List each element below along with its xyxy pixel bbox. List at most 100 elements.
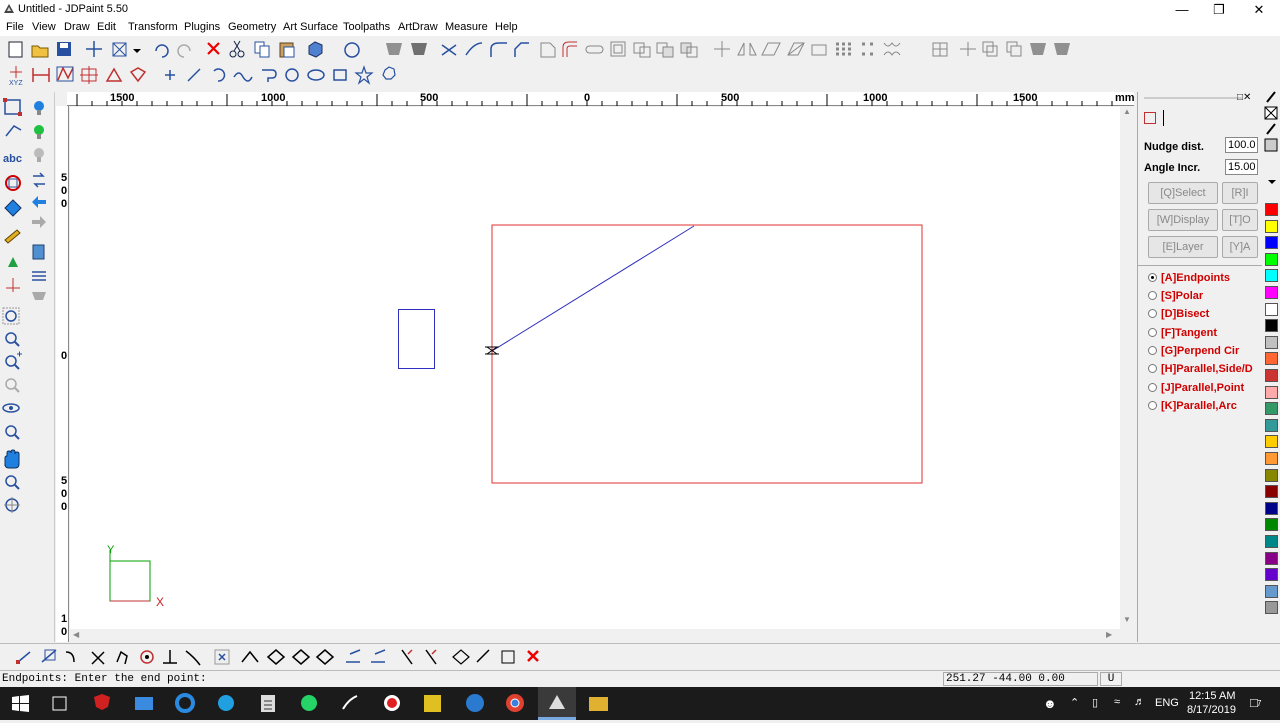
display-button[interactable]: [W]Display bbox=[1148, 209, 1218, 231]
color-swatch[interactable] bbox=[1265, 452, 1278, 465]
maximize-button[interactable]: ❐ bbox=[1200, 0, 1238, 19]
select-tool-icon bbox=[3, 98, 22, 116]
menu-view[interactable]: View bbox=[32, 21, 56, 33]
scroll-right-icon[interactable]: ▶ bbox=[1106, 630, 1112, 639]
snap-perpend-option[interactable]: [G]Perpend Cir bbox=[1148, 345, 1239, 357]
color-swatch[interactable] bbox=[1265, 352, 1278, 366]
color-swatch[interactable] bbox=[1265, 418, 1278, 432]
color-swatch[interactable] bbox=[1265, 501, 1278, 515]
menu-geometry[interactable]: Geometry bbox=[228, 21, 276, 33]
r-button[interactable]: [R]I bbox=[1222, 182, 1258, 204]
snap-settings-icon[interactable] bbox=[1144, 112, 1156, 124]
battery-icon[interactable]: ▯ bbox=[1092, 696, 1098, 709]
color-swatch[interactable] bbox=[1265, 435, 1278, 449]
menu-art-surface[interactable]: Art Surface bbox=[283, 21, 338, 33]
volume-icon[interactable]: ♬ bbox=[1134, 696, 1145, 708]
color-swatch[interactable] bbox=[1265, 518, 1278, 532]
rectangle-icon bbox=[333, 69, 347, 81]
minimize-button[interactable]: — bbox=[1163, 0, 1201, 19]
color-swatch[interactable] bbox=[1265, 302, 1278, 316]
color-swatch[interactable] bbox=[1265, 535, 1278, 548]
color-swatch[interactable] bbox=[1265, 468, 1278, 482]
vertical-scrollbar[interactable]: ▲ ▼ bbox=[1120, 107, 1134, 629]
snap-parallel-arc-option[interactable]: [K]Parallel,Arc bbox=[1148, 400, 1237, 412]
menu-artdraw[interactable]: ArtDraw bbox=[398, 21, 438, 33]
language-indicator[interactable]: ENG bbox=[1155, 697, 1179, 709]
radio-icon[interactable] bbox=[1148, 309, 1157, 318]
color-swatch[interactable] bbox=[1265, 551, 1278, 565]
close-button[interactable]: ✕ bbox=[1240, 0, 1278, 19]
color-swatch[interactable] bbox=[1265, 269, 1278, 283]
t-button[interactable]: [T]O bbox=[1222, 209, 1258, 231]
color-swatch[interactable] bbox=[1265, 601, 1278, 615]
color-swatch[interactable] bbox=[1265, 335, 1278, 349]
select-box-icon bbox=[112, 42, 127, 57]
measure-tool-icon bbox=[6, 278, 20, 292]
radio-icon[interactable] bbox=[1148, 328, 1157, 337]
polyline-icon bbox=[262, 69, 277, 82]
tray-up-icon[interactable]: ⌃ bbox=[1070, 696, 1079, 709]
fill-color-icon bbox=[1264, 138, 1278, 152]
color-swatch[interactable] bbox=[1265, 385, 1278, 399]
snap-nearest-icon bbox=[214, 649, 230, 665]
snap-tangent-option[interactable]: [F]Tangent bbox=[1148, 327, 1217, 339]
app-icon bbox=[4, 4, 14, 13]
snap-parallel-point-option[interactable]: [J]Parallel,Point bbox=[1148, 382, 1244, 394]
layer-button[interactable]: [E]Layer bbox=[1148, 236, 1218, 258]
clock-date[interactable]: 8/17/2019 bbox=[1187, 704, 1236, 716]
color-swatch[interactable] bbox=[1265, 286, 1278, 299]
radio-icon[interactable] bbox=[1148, 401, 1157, 410]
whatsapp-icon bbox=[301, 695, 317, 711]
wifi-icon[interactable]: ≈ bbox=[1114, 696, 1120, 708]
select-button[interactable]: [Q]Select bbox=[1148, 182, 1218, 204]
nudge-input[interactable] bbox=[1225, 137, 1258, 153]
clock-time[interactable]: 12:15 AM bbox=[1189, 690, 1235, 702]
array-icon bbox=[836, 42, 851, 56]
snap-polar-option[interactable]: [S]Polar bbox=[1148, 290, 1203, 302]
drawing-canvas[interactable]: Y X bbox=[70, 107, 1120, 629]
color-swatch[interactable] bbox=[1265, 252, 1278, 266]
snap-endpoints-option[interactable]: [A]Endpoints bbox=[1148, 272, 1230, 284]
radio-checked-icon[interactable] bbox=[1148, 273, 1157, 282]
color-swatch[interactable] bbox=[1265, 584, 1278, 598]
menu-toolpaths[interactable]: Toolpaths bbox=[343, 21, 390, 33]
wave-icon bbox=[883, 42, 901, 56]
color-swatch[interactable] bbox=[1265, 485, 1278, 499]
scroll-left-icon[interactable]: ◀ bbox=[73, 630, 79, 639]
menu-plugins[interactable]: Plugins bbox=[184, 21, 220, 33]
radio-icon[interactable] bbox=[1148, 364, 1157, 373]
y-button[interactable]: [Y]A bbox=[1222, 236, 1258, 258]
ungroup-icon bbox=[1006, 41, 1022, 57]
angle-input[interactable] bbox=[1225, 159, 1258, 175]
snap-bisect-option[interactable]: [D]Bisect bbox=[1148, 308, 1209, 320]
panel-restore-icon[interactable]: □✕ bbox=[1237, 92, 1251, 103]
menu-transform[interactable]: Transform bbox=[128, 21, 178, 33]
color-swatch[interactable] bbox=[1265, 568, 1278, 582]
menu-help[interactable]: Help bbox=[495, 21, 518, 33]
color-swatch[interactable] bbox=[1265, 236, 1278, 250]
axis-indicator bbox=[109, 550, 151, 602]
dropdown-arrow-icon bbox=[133, 49, 141, 53]
delete-icon bbox=[207, 42, 220, 55]
snap-parallel-side-option[interactable]: [H]Parallel,Side/D bbox=[1148, 363, 1253, 375]
menu-measure[interactable]: Measure bbox=[445, 21, 488, 33]
scroll-down-icon[interactable]: ▼ bbox=[1123, 615, 1131, 624]
radio-icon[interactable] bbox=[1148, 291, 1157, 300]
draw-toolbar-icons: XYZ bbox=[9, 65, 396, 87]
color-swatch[interactable] bbox=[1265, 203, 1278, 216]
people-icon[interactable]: ☻ bbox=[1043, 696, 1057, 711]
horizontal-scrollbar[interactable]: ◀ ▶ bbox=[70, 629, 1120, 643]
color-swatch[interactable] bbox=[1265, 402, 1278, 416]
color-swatch[interactable] bbox=[1265, 319, 1278, 333]
color-swatch[interactable] bbox=[1265, 369, 1278, 382]
scroll-up-icon[interactable]: ▲ bbox=[1123, 107, 1131, 116]
radio-icon[interactable] bbox=[1148, 383, 1157, 392]
radio-icon[interactable] bbox=[1148, 346, 1157, 355]
status-coords: 251.27 -44.00 0.00 bbox=[946, 673, 1065, 685]
menu-edit[interactable]: Edit bbox=[97, 21, 116, 33]
menu-draw[interactable]: Draw bbox=[64, 21, 90, 33]
list-icon bbox=[32, 271, 46, 281]
menu-file[interactable]: File bbox=[6, 21, 24, 33]
color-swatch[interactable] bbox=[1265, 219, 1278, 233]
status-mode-box: U bbox=[1100, 672, 1122, 686]
